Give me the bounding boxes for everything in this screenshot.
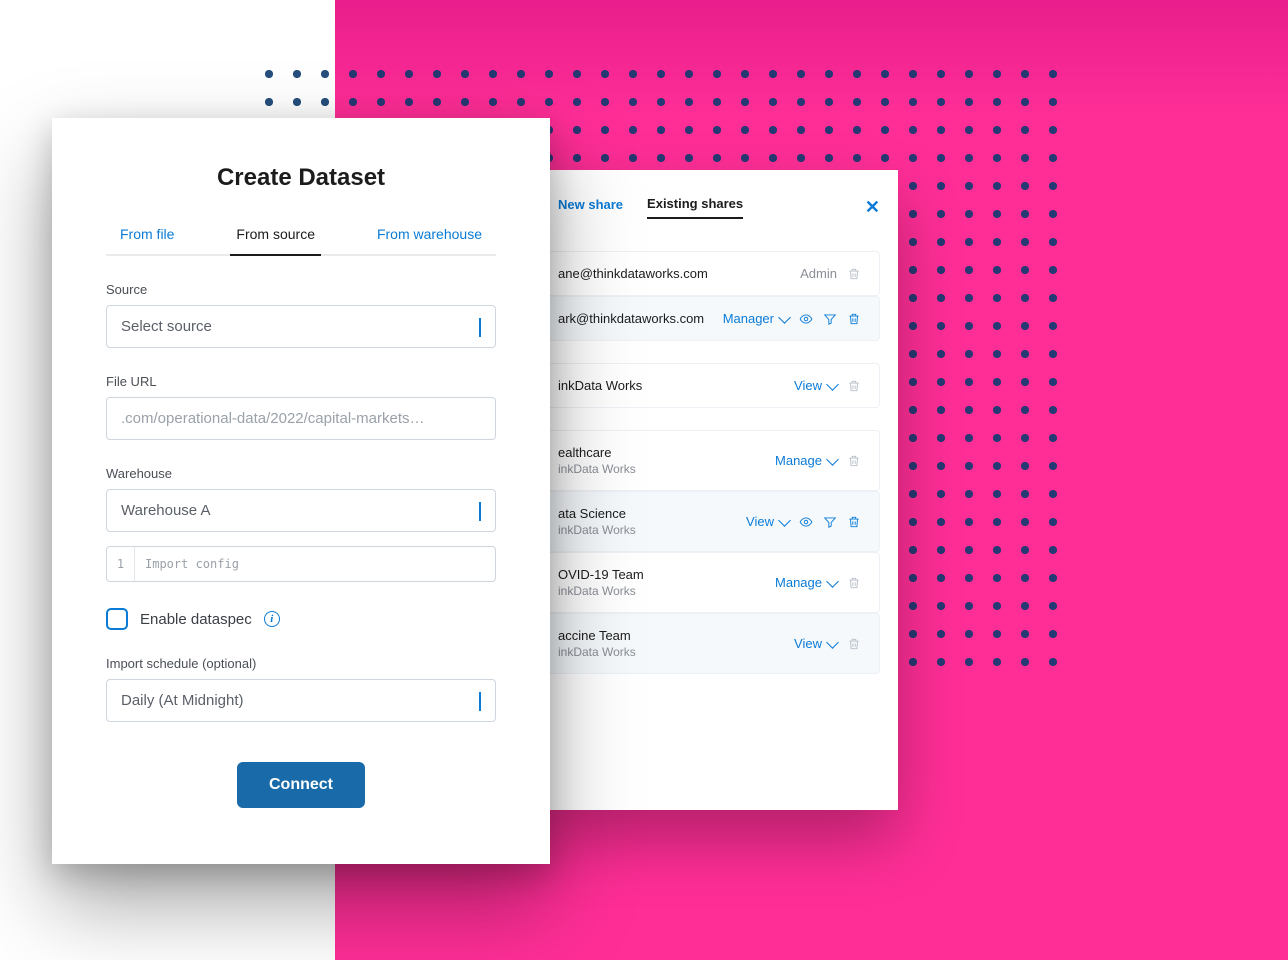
filter-icon[interactable]: [823, 515, 837, 529]
share-row: ane@thinkdataworks.com Admin: [540, 251, 880, 296]
schedule-select[interactable]: Daily (At Midnight): [106, 679, 496, 722]
share-email: ark@thinkdataworks.com: [558, 311, 723, 326]
page-title: Create Dataset: [106, 164, 496, 192]
trash-icon[interactable]: [847, 576, 861, 590]
role-dropdown[interactable]: View: [794, 636, 837, 651]
shares-panel: New share Existing shares ✕ ane@thinkdat…: [540, 170, 898, 810]
import-config-input[interactable]: 1 Import config: [106, 546, 496, 582]
tab-new-share[interactable]: New share: [558, 197, 623, 218]
tab-from-source[interactable]: From source: [230, 226, 321, 256]
role-label: Admin: [800, 266, 837, 281]
trash-icon[interactable]: [847, 312, 861, 326]
info-icon[interactable]: i: [264, 611, 280, 627]
role-dropdown[interactable]: Manage: [775, 453, 837, 468]
enable-dataspec-checkbox[interactable]: [106, 608, 128, 630]
warehouse-select[interactable]: Warehouse A: [106, 489, 496, 532]
trash-icon[interactable]: [847, 515, 861, 529]
warehouse-value: Warehouse A: [121, 502, 211, 519]
share-email: ane@thinkdataworks.com: [558, 266, 800, 281]
connect-button[interactable]: Connect: [237, 762, 365, 808]
enable-dataspec-label: Enable dataspec: [140, 611, 252, 628]
share-row: OVID-19 Team inkData Works Manage: [540, 552, 880, 613]
share-org: inkData Works: [558, 523, 746, 537]
share-row: ata Science inkData Works View: [540, 491, 880, 552]
chevron-down-icon: [479, 318, 481, 335]
chevron-down-icon: [479, 692, 481, 709]
share-row: inkData Works View: [540, 363, 880, 408]
share-name: OVID-19 Team: [558, 567, 775, 582]
fileurl-input[interactable]: .com/operational-data/2022/capital-marke…: [106, 397, 496, 440]
schedule-label: Import schedule (optional): [106, 656, 496, 671]
fileurl-label: File URL: [106, 374, 496, 389]
create-dataset-panel: Create Dataset From file From source Fro…: [52, 118, 550, 864]
warehouse-label: Warehouse: [106, 466, 496, 481]
schedule-value: Daily (At Midnight): [121, 692, 244, 709]
code-placeholder: Import config: [135, 547, 495, 581]
tab-existing-shares[interactable]: Existing shares: [647, 196, 743, 219]
tab-from-file[interactable]: From file: [114, 226, 180, 254]
create-tabs: From file From source From warehouse: [106, 226, 496, 256]
share-org: inkData Works: [558, 462, 775, 476]
eye-icon[interactable]: [799, 312, 813, 326]
chevron-down-icon: [479, 502, 481, 519]
filter-icon[interactable]: [823, 312, 837, 326]
share-row: ealthcare inkData Works Manage: [540, 430, 880, 491]
fileurl-placeholder: .com/operational-data/2022/capital-marke…: [121, 410, 425, 427]
eye-icon[interactable]: [799, 515, 813, 529]
share-row: accine Team inkData Works View: [540, 613, 880, 674]
trash-icon[interactable]: [847, 454, 861, 468]
share-name: ata Science: [558, 506, 746, 521]
share-name: inkData Works: [558, 378, 794, 393]
tab-from-warehouse[interactable]: From warehouse: [371, 226, 488, 254]
trash-icon[interactable]: [847, 267, 861, 281]
close-icon[interactable]: ✕: [865, 197, 880, 218]
source-label: Source: [106, 282, 496, 297]
source-value: Select source: [121, 318, 212, 335]
share-name: ealthcare: [558, 445, 775, 460]
trash-icon[interactable]: [847, 379, 861, 393]
role-dropdown[interactable]: Manager: [723, 311, 789, 326]
share-org: inkData Works: [558, 645, 794, 659]
code-line-number: 1: [107, 547, 135, 581]
trash-icon[interactable]: [847, 637, 861, 651]
share-name: accine Team: [558, 628, 794, 643]
role-dropdown[interactable]: View: [794, 378, 837, 393]
share-org: inkData Works: [558, 584, 775, 598]
source-select[interactable]: Select source: [106, 305, 496, 348]
share-row: ark@thinkdataworks.com Manager: [540, 296, 880, 341]
role-dropdown[interactable]: View: [746, 514, 789, 529]
role-dropdown[interactable]: Manage: [775, 575, 837, 590]
